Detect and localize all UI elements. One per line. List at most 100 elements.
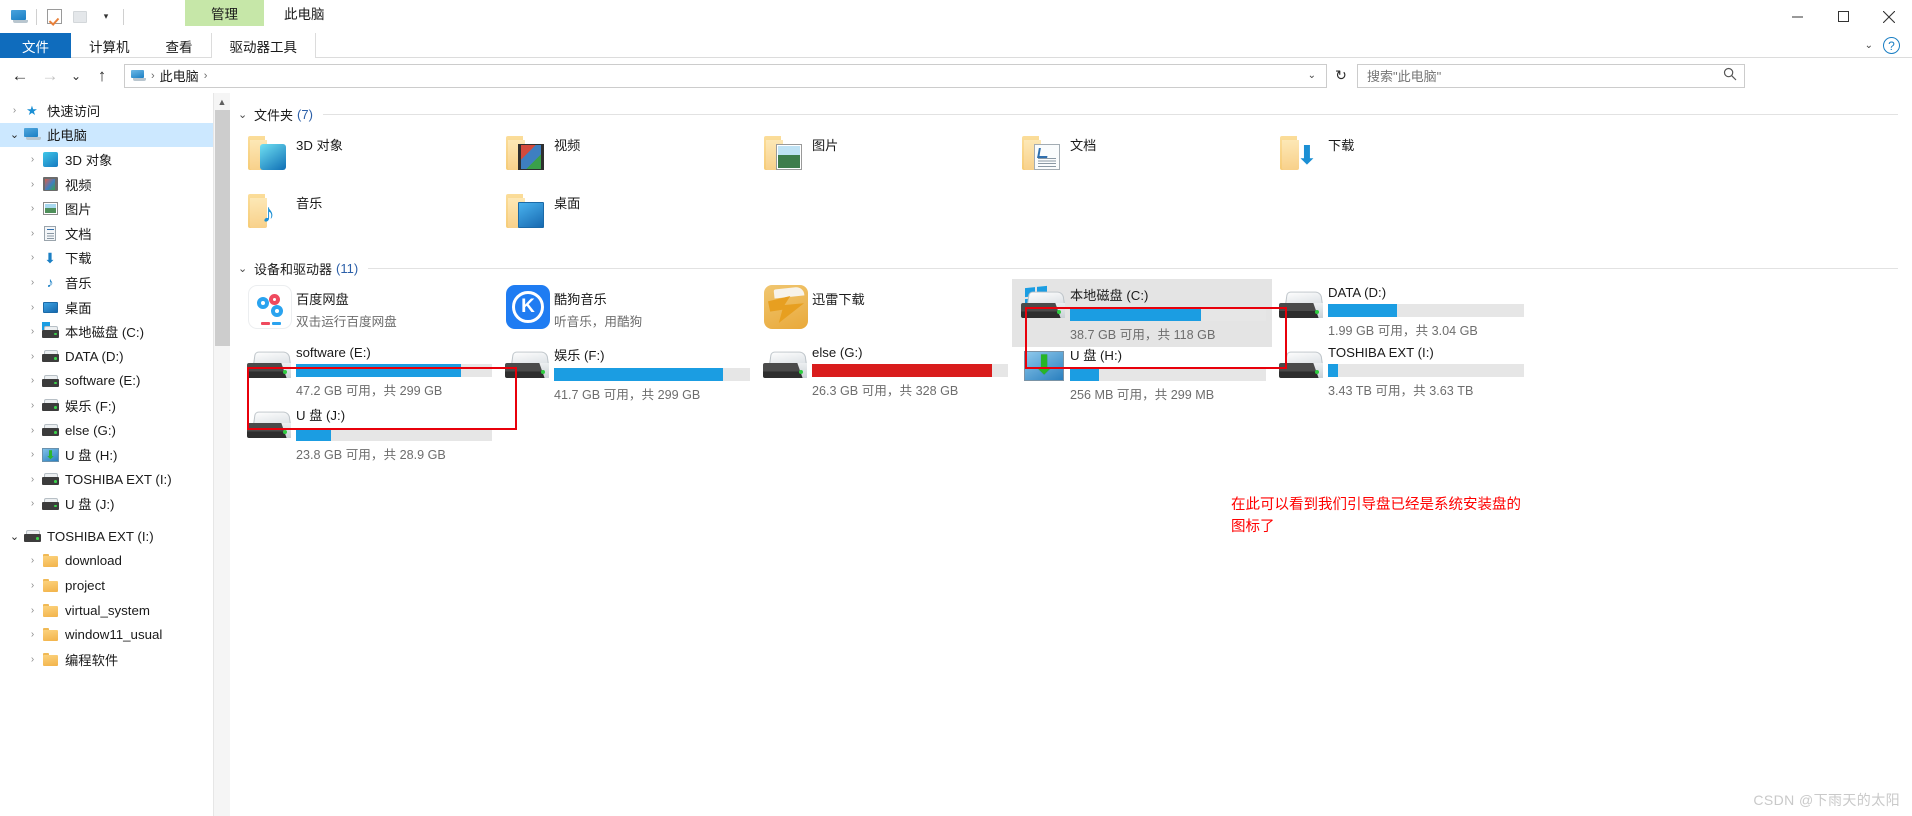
back-button[interactable]: ← [6,62,34,90]
breadcrumb-separator[interactable]: › [204,70,208,82]
this-pc-icon[interactable] [6,4,32,30]
question-mark-icon[interactable]: ? [1883,37,1900,54]
navigation-pane-scrollbar[interactable]: ▲ [213,93,230,816]
chevron-right-icon[interactable]: › [24,580,41,591]
folder-tile[interactable]: 桌面 [496,183,586,239]
chevron-right-icon[interactable]: › [24,425,41,436]
app-tile[interactable]: 百度网盘 双击运行百度网盘 [238,279,403,335]
drive-tile[interactable]: ⬇ U 盘 (H:) 256 MB 可用，共 299 MB [1012,339,1272,407]
drive-tile[interactable]: else (G:) 26.3 GB 可用，共 328 GB [754,339,1014,403]
chevron-right-icon[interactable]: › [24,555,41,566]
chevron-down-icon[interactable]: ⌄ [6,530,23,543]
recent-locations-button[interactable]: ⌄ [66,62,86,90]
sidebar-item-9[interactable]: › 本地磁盘 (C:) [0,319,213,344]
chevron-right-icon[interactable]: › [24,400,41,411]
chevron-right-icon[interactable]: › [24,203,41,214]
chevron-right-icon[interactable]: › [24,449,41,460]
search-input[interactable]: 搜索"此电脑" [1367,66,1441,85]
close-button[interactable] [1866,0,1912,33]
drive-tile-capacity-text: 26.3 GB 可用，共 328 GB [812,384,959,398]
tab-file[interactable]: 文件 [0,33,71,58]
sidebar-item-12[interactable]: › 娱乐 (F:) [0,393,213,418]
chevron-right-icon[interactable]: › [24,654,41,665]
chevron-down-icon[interactable]: ⌄ [1865,40,1873,51]
search-icon[interactable] [1723,67,1737,84]
sidebar-item-17[interactable]: ⌄ TOSHIBA EXT (I:) [0,524,213,549]
sidebar-item-4[interactable]: › 图片 [0,196,213,221]
scroll-up-icon[interactable]: ▲ [214,93,230,110]
maximize-button[interactable] [1820,0,1866,33]
chevron-right-icon[interactable]: › [24,351,41,362]
sidebar-item-11[interactable]: › software (E:) [0,369,213,394]
drive-capacity-bar [1070,368,1266,381]
folder-tile[interactable]: 视频 [496,125,586,181]
drive-tile[interactable]: U 盘 (J:) 23.8 GB 可用，共 28.9 GB [238,399,498,467]
chevron-right-icon[interactable]: › [24,326,41,337]
chevron-right-icon[interactable]: › [24,277,41,288]
sidebar-item-0[interactable]: › ★ 快速访问 [0,98,213,123]
sidebar-item-6[interactable]: › ⬇ 下载 [0,246,213,271]
checkbox-icon[interactable] [41,4,67,30]
address-bar[interactable]: › 此电脑 › ⌄ [124,63,1327,88]
chevron-down-icon[interactable]: ▾ [93,4,119,30]
chevron-right-icon[interactable]: › [24,302,41,313]
minimize-button[interactable] [1774,0,1820,33]
sidebar-item-16[interactable]: › U 盘 (J:) [0,492,213,517]
chevron-right-icon[interactable]: › [24,605,41,616]
chevron-right-icon[interactable]: › [24,474,41,485]
tab-drive-tools[interactable]: 驱动器工具 [210,33,316,58]
drive-tile[interactable]: TOSHIBA EXT (I:) 3.43 TB 可用，共 3.63 TB [1270,339,1530,403]
folder-tile[interactable]: ♪ 音乐 [238,183,328,239]
breadcrumb-item[interactable]: 此电脑 [160,66,199,85]
folder-tile[interactable]: 图片 [754,125,844,181]
refresh-button[interactable]: ↻ [1329,64,1353,88]
drive-tile[interactable]: 娱乐 (F:) 41.7 GB 可用，共 299 GB [496,339,756,407]
group-header-folders[interactable]: ⌄ 文件夹 (7) [238,103,1912,125]
sidebar-item-14[interactable]: › ⬇ U 盘 (H:) [0,442,213,467]
sidebar-item-2[interactable]: › 3D 对象 [0,147,213,172]
chevron-right-icon[interactable]: › [24,179,41,190]
app-tile[interactable]: K 酷狗音乐 听音乐，用酷狗 [496,279,648,335]
chevron-down-icon[interactable]: ⌄ [238,108,254,121]
tab-view[interactable]: 查看 [148,33,211,58]
forward-button[interactable]: → [36,62,64,90]
sidebar-item-13[interactable]: › else (G:) [0,418,213,443]
sidebar-item-20[interactable]: › virtual_system [0,598,213,623]
folder-tile[interactable]: 3D 对象 [238,125,349,181]
app-tile[interactable]: 迅雷下载 [754,279,871,335]
sidebar-item-21[interactable]: › window11_usual [0,622,213,647]
folder-tile-label: 桌面 [554,196,581,211]
tab-computer[interactable]: 计算机 [71,33,148,58]
sidebar-item-1[interactable]: ⌄ 此电脑 [0,122,213,148]
sidebar-item-22[interactable]: › 编程软件 [0,647,213,672]
sidebar-item-8[interactable]: › 桌面 [0,295,213,320]
chevron-right-icon[interactable]: › [24,252,41,263]
search-box[interactable]: 搜索"此电脑" [1357,63,1745,88]
folder-tile[interactable]: ⬇ 下载 [1270,125,1360,181]
up-button[interactable]: ↑ [88,62,116,90]
drive-tile[interactable]: 本地磁盘 (C:) 38.7 GB 可用，共 118 GB [1012,279,1272,347]
drive-tile[interactable]: software (E:) 47.2 GB 可用，共 299 GB [238,339,498,403]
chevron-right-icon[interactable]: › [6,105,23,116]
drive-tile[interactable]: DATA (D:) 1.99 GB 可用，共 3.04 GB [1270,279,1530,343]
group-count: (7) [297,106,313,122]
sidebar-item-10[interactable]: › DATA (D:) [0,344,213,369]
chevron-right-icon[interactable]: › [24,375,41,386]
sidebar-item-3[interactable]: › 视频 [0,172,213,197]
sidebar-item-19[interactable]: › project [0,573,213,598]
chevron-down-icon[interactable]: ⌄ [238,262,254,275]
sidebar-item-18[interactable]: › download [0,549,213,574]
group-header-devices[interactable]: ⌄ 设备和驱动器 (11) [238,257,1912,279]
chevron-down-icon[interactable]: ⌄ [6,128,23,141]
sidebar-item-5[interactable]: › 文档 [0,221,213,246]
chevron-right-icon[interactable]: › [24,228,41,239]
sidebar-item-15[interactable]: › TOSHIBA EXT (I:) [0,467,213,492]
chevron-right-icon[interactable]: › [24,154,41,165]
sidebar-item-7[interactable]: › ♪ 音乐 [0,270,213,295]
chevron-right-icon[interactable]: › [24,629,41,640]
chevron-right-icon[interactable]: › [24,498,41,509]
folder-tile[interactable]: 文档 [1012,125,1102,181]
scrollbar-thumb[interactable] [215,110,230,346]
folder-icon[interactable] [67,4,93,30]
chevron-down-icon[interactable]: ⌄ [1302,70,1322,81]
